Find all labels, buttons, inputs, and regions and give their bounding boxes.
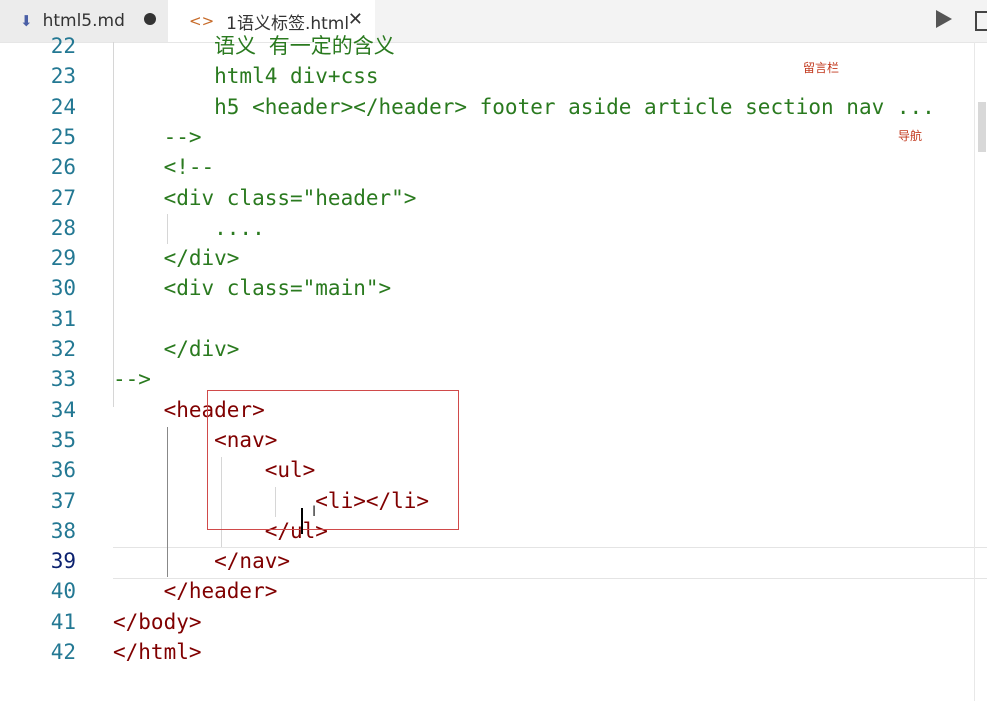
line-number: 39 (50, 549, 76, 574)
code-line: </body> (113, 607, 202, 637)
code-token: .... (113, 215, 265, 240)
line-number: 27 (50, 185, 76, 210)
line-number: 26 (50, 155, 76, 180)
line-number: 36 (50, 458, 76, 483)
code-line: html4 div+css (113, 61, 379, 91)
line-number: 29 (50, 246, 76, 271)
code-token: 语义 有一定的含义 (113, 34, 395, 58)
run-icon[interactable] (936, 10, 952, 28)
code-line: h5 <header></header> footer aside articl… (113, 92, 935, 122)
highlight-box (207, 390, 459, 530)
code-line: <!-- (113, 152, 215, 182)
code-line: </html> (113, 637, 202, 667)
tab-label: html5.md (42, 11, 125, 31)
code-line: .... (113, 213, 265, 243)
tab-label: 1语义标签.html (226, 13, 350, 34)
code-token: <!-- (113, 155, 215, 180)
vertical-scrollbar[interactable] (974, 42, 987, 701)
line-number: 34 (50, 397, 76, 422)
line-number: 42 (50, 640, 76, 664)
annotation-liuyan: 留言栏 (803, 61, 840, 75)
code-token: </body> (113, 609, 202, 634)
code-line: </nav> (113, 546, 290, 576)
line-number: 40 (50, 579, 76, 604)
code-line: <div class="header"> (113, 183, 417, 213)
code-line: --> (113, 364, 151, 394)
line-number: 37 (50, 488, 76, 513)
line-number: 22 (50, 34, 76, 58)
annotation-daohang: 导航 (898, 129, 923, 143)
close-icon[interactable]: ✕ (348, 9, 363, 30)
code-line: </header> (113, 576, 278, 606)
code-line: </div> (113, 243, 240, 273)
scrollbar-thumb[interactable] (978, 102, 986, 152)
line-number: 30 (50, 276, 76, 301)
code-line: --> (113, 122, 202, 152)
code-line: 语义 有一定的含义 (113, 31, 395, 61)
code-token: --> (113, 367, 151, 392)
line-number: 24 (50, 94, 76, 119)
code-token: h5 <header></header> footer aside articl… (113, 94, 935, 119)
line-number: 25 (50, 124, 76, 149)
split-editor-icon[interactable] (975, 11, 987, 31)
text-cursor (301, 508, 303, 534)
code-editor[interactable]: 22 语义 有一定的含义 23 html4 div+css 24 h5 <heade… (0, 34, 987, 701)
unsaved-dot-icon[interactable] (144, 13, 156, 25)
code-token: </header> (113, 579, 278, 604)
line-number: 33 (50, 367, 76, 392)
code-token: </html> (113, 640, 202, 664)
line-number: 41 (50, 609, 76, 634)
line-number: 31 (50, 306, 76, 331)
line-number: 32 (50, 337, 76, 361)
code-token: </div> (113, 246, 240, 271)
code-token: </div> (113, 337, 240, 361)
code-token: html4 div+css (113, 64, 379, 89)
code-token: </nav> (113, 549, 291, 574)
line-number: 38 (50, 518, 76, 543)
code-line: <div class="main"> (113, 273, 392, 303)
code-token: <div class="header"> (113, 185, 417, 210)
line-number: 28 (50, 215, 76, 240)
code-token: --> (113, 124, 202, 149)
line-number: 23 (50, 64, 76, 89)
ibeam-cursor-icon: I (312, 504, 317, 520)
code-line: </div> (113, 334, 240, 364)
code-brackets-icon: <> (189, 12, 215, 30)
markdown-download-icon: ⬇ (20, 12, 33, 30)
code-token: <div class="main"> (113, 276, 392, 301)
line-number: 35 (50, 427, 76, 452)
